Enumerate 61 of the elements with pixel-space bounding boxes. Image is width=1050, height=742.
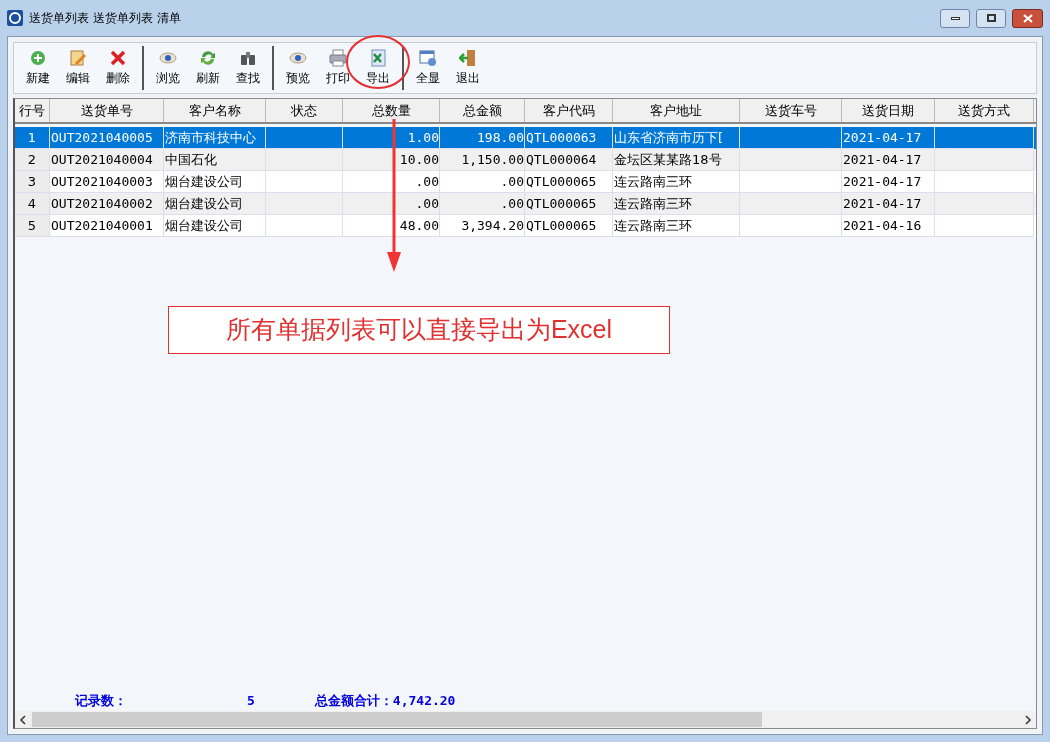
table-row[interactable]: 2 OUT2021040004 中国石化 10.00 1,150.00QTL000064 金坛区某某路18号 2021-04-17 bbox=[15, 149, 1036, 171]
column-header[interactable]: 送货方式 bbox=[935, 99, 1034, 122]
column-header[interactable]: 送货车号 bbox=[740, 99, 842, 122]
table-row[interactable]: 4 OUT2021040002 烟台建设公司 .00 .00QTL000065 连云路南三环 2021-04-17 bbox=[15, 193, 1036, 215]
table-row[interactable]: 3 OUT2021040003 烟台建设公司 .00 .00QTL000065 连云路南三环 2021-04-17 bbox=[15, 171, 1036, 193]
table-cell: QTL000065 bbox=[525, 215, 613, 237]
record-count: 5 bbox=[247, 692, 255, 711]
column-header[interactable]: 总数量 bbox=[343, 99, 440, 122]
delete-icon bbox=[109, 49, 127, 67]
total-amount: 4,742.20 bbox=[392, 692, 456, 711]
minimize-button[interactable] bbox=[940, 8, 970, 28]
edit-icon bbox=[69, 49, 87, 67]
column-header[interactable]: 客户代码 bbox=[525, 99, 613, 122]
total-amount-label: 总金额合计： bbox=[314, 692, 393, 711]
table-cell: 48.00 bbox=[343, 215, 440, 237]
row-number: 2 bbox=[15, 149, 50, 171]
table-row[interactable]: 1 OUT2021040005 济南市科技中心 1.00 198.00QTL000063 山东省济南市历下[ 2021-04-17 bbox=[15, 127, 1036, 149]
toolbar-button[interactable]: 编辑 bbox=[58, 46, 98, 90]
close-icon bbox=[1022, 13, 1033, 23]
annotation-callout: 所有单据列表可以直接导出为Excel bbox=[168, 306, 670, 354]
column-header[interactable]: 客户名称 bbox=[164, 99, 266, 122]
row-number: 3 bbox=[15, 171, 50, 193]
toolbar-button[interactable]: 全显 bbox=[408, 46, 448, 90]
row-number: 4 bbox=[15, 193, 50, 215]
toolbar-button[interactable]: 删除 bbox=[98, 46, 138, 90]
toolbar-button[interactable]: 打印 bbox=[318, 46, 358, 90]
table-cell: 2021-04-16 bbox=[842, 215, 935, 237]
column-header[interactable]: 状态 bbox=[266, 99, 343, 122]
app-icon bbox=[7, 10, 23, 26]
toolbar-button[interactable]: 查找 bbox=[228, 46, 268, 90]
toolbar-button[interactable]: 退出 bbox=[448, 46, 488, 90]
spreadsheet-icon bbox=[369, 49, 387, 67]
toolbar-button[interactable]: 预览 bbox=[278, 46, 318, 90]
eye-icon bbox=[289, 49, 307, 67]
eye-icon bbox=[159, 49, 177, 67]
row-number: 5 bbox=[15, 215, 50, 237]
toolbar-button[interactable]: 浏览 bbox=[148, 46, 188, 90]
column-header[interactable]: 客户地址 bbox=[613, 99, 740, 122]
window-icon bbox=[419, 49, 437, 67]
column-header[interactable]: 送货日期 bbox=[842, 99, 935, 122]
window-title: 送货单列表 送货单列表 清单 bbox=[29, 10, 181, 27]
toolbar-button[interactable]: 刷新 bbox=[188, 46, 228, 90]
printer-icon bbox=[329, 49, 347, 67]
maximize-button[interactable] bbox=[976, 8, 1006, 28]
binoculars-icon bbox=[239, 49, 257, 67]
record-count-label: 记录数： bbox=[75, 692, 127, 711]
close-button[interactable] bbox=[1012, 8, 1043, 28]
exit-door-icon bbox=[459, 49, 477, 67]
table-cell: 3,394.20 bbox=[440, 215, 525, 237]
table-cell: 连云路南三环 bbox=[613, 215, 740, 237]
table-row[interactable]: 5 OUT2021040001 烟台建设公司 48.00 3,394.20QTL000065 连云路南三环 2021-04-16 bbox=[15, 215, 1036, 237]
column-header[interactable]: 送货单号 bbox=[50, 99, 164, 122]
column-header[interactable]: 行号 bbox=[15, 99, 50, 122]
column-header[interactable]: 总金额 bbox=[440, 99, 525, 122]
toolbar-button[interactable]: 新建 bbox=[18, 46, 58, 90]
table-cell: OUT2021040001 bbox=[50, 215, 164, 237]
plus-icon bbox=[29, 49, 47, 67]
scrollbar-thumb[interactable] bbox=[32, 712, 762, 727]
refresh-icon bbox=[199, 49, 217, 67]
horizontal-scrollbar[interactable] bbox=[15, 711, 1036, 728]
table-cell: 烟台建设公司 bbox=[164, 215, 266, 237]
